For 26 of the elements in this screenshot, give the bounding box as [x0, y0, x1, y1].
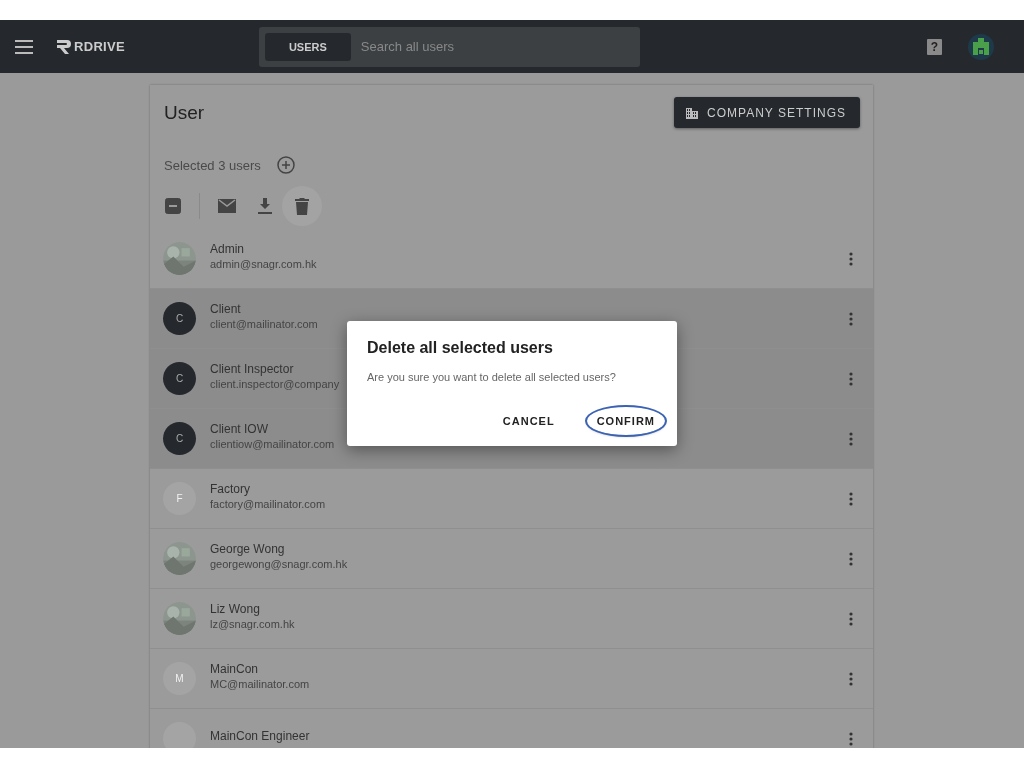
- user-email: client@mailinator.com: [210, 317, 318, 330]
- initial-avatar: C: [163, 422, 196, 455]
- user-email: admin@snagr.com.hk: [210, 257, 317, 270]
- user-name: Client Inspector: [210, 361, 294, 376]
- user-name: MainCon: [210, 661, 259, 676]
- dialog-message: Are you sure you want to delete all selected users?: [367, 371, 617, 383]
- user-name: George Wong: [210, 541, 285, 556]
- user-name: Client IOW: [210, 421, 268, 436]
- user-name: Admin: [210, 241, 244, 256]
- initial-avatar: C: [163, 362, 196, 395]
- user-email: georgewong@snagr.com.hk: [210, 557, 348, 570]
- user-name: MainCon Engineer: [210, 728, 310, 743]
- user-email: clientiow@mailinator.com: [210, 437, 335, 450]
- selection-count: Selected 3 users: [164, 157, 261, 173]
- user-email: factory@mailinator.com: [210, 497, 326, 510]
- user-name: Client: [210, 301, 241, 316]
- initial-avatar: C: [163, 302, 196, 335]
- user-email: MC@mailinator.com: [210, 677, 310, 690]
- user-email: client.inspector@company: [210, 377, 340, 390]
- initial-avatar: F: [163, 482, 196, 515]
- user-name: Factory: [210, 481, 250, 496]
- page-title: User: [164, 101, 205, 124]
- user-email: lz@snagr.com.hk: [210, 617, 295, 630]
- initial-avatar: M: [163, 662, 196, 695]
- user-name: Liz Wong: [210, 601, 260, 616]
- brand-name: RDRIVE: [74, 39, 125, 54]
